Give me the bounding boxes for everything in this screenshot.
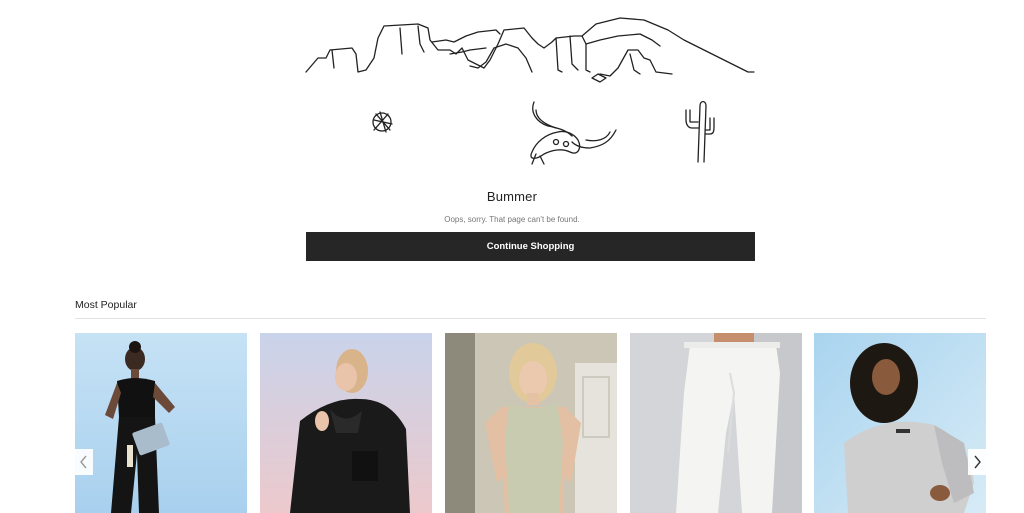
error-title: Bummer [486,189,538,204]
skull-drawing [530,101,617,165]
product-image [260,333,432,513]
cactus-drawing [685,100,715,163]
product-carousel [75,333,986,513]
chevron-left-icon [80,455,87,469]
mesa-skyline [305,23,591,73]
carousel-prev-button[interactable] [75,449,93,475]
continue-shopping-button[interactable]: Continue Shopping [306,232,755,261]
carousel-next-button[interactable] [968,449,986,475]
product-image [630,333,802,513]
product-image [814,333,986,513]
error-message: Oops, sorry. That page can't be found. [444,215,580,224]
product-image [75,333,247,513]
product-card[interactable] [814,333,986,513]
product-card[interactable] [630,333,802,513]
section-divider [75,318,986,319]
product-card[interactable] [260,333,432,513]
product-card[interactable] [445,333,617,513]
product-card[interactable] [75,333,247,513]
product-image [445,333,617,513]
tumbleweed-drawing [372,111,393,133]
desert-illustration [300,14,760,174]
chevron-right-icon [974,455,981,469]
most-popular-heading: Most Popular [75,299,137,311]
